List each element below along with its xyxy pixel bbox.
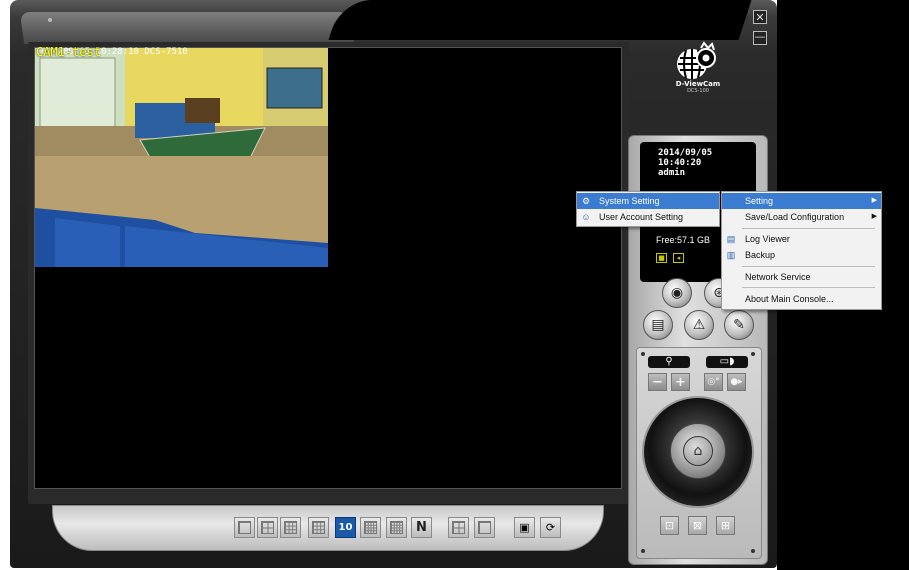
- status-date: 2014/09/05: [658, 148, 713, 158]
- alarm-button[interactable]: ⚠: [684, 310, 714, 340]
- focus-far-button[interactable]: ●▸: [727, 373, 746, 391]
- minus-icon: −: [652, 375, 663, 390]
- focus-far-icon: ●▸: [730, 377, 743, 387]
- system-setting-submenu: Setting ▶ Save/Load Configuration ▶ ▤ Lo…: [721, 191, 882, 310]
- logo-text: D-ViewCam: [675, 80, 721, 88]
- context-menu: ⚙ System Setting ☺ User Account Setting: [576, 191, 720, 227]
- zoom-header: ⚲: [648, 356, 690, 368]
- logo-subtext: DCS-100: [687, 88, 709, 94]
- status-user: admin: [658, 168, 686, 178]
- camera-view[interactable]: [35, 48, 328, 267]
- submenu-arrow-icon: ▶: [871, 197, 877, 204]
- page-prev-icon: [452, 521, 465, 534]
- layout-2x2-icon: [261, 521, 274, 534]
- layout-prev-page-button[interactable]: [448, 517, 469, 538]
- fullscreen-icon: ▣: [519, 521, 530, 534]
- ptz-rivet: [751, 352, 755, 356]
- layout-3x3-icon: [312, 521, 325, 534]
- submenu-item-setting[interactable]: Setting ▶: [722, 193, 881, 209]
- settings-button[interactable]: ✎: [724, 310, 754, 340]
- menu-item-label: Log Viewer: [745, 234, 790, 244]
- layout-13-icon: [364, 521, 377, 534]
- wrench-icon: ✎: [733, 317, 745, 333]
- system-setting-icon: ⚙: [581, 196, 591, 206]
- plus-icon: +: [675, 375, 686, 390]
- menu-item-system-setting[interactable]: ⚙ System Setting: [577, 193, 719, 209]
- submenu-arrow-icon: ▶: [871, 213, 877, 220]
- title-bar-right: [328, 0, 752, 40]
- layout-4x4-button[interactable]: [386, 517, 407, 538]
- submenu-item-network-service[interactable]: Network Service: [722, 269, 881, 285]
- ptz-rivet: [641, 352, 645, 356]
- layout-n-button[interactable]: N: [411, 517, 432, 538]
- close-button[interactable]: ✕: [753, 10, 767, 24]
- ptz-home-button[interactable]: ⌂: [683, 436, 713, 466]
- refresh-icon: ⟳: [545, 521, 556, 534]
- menu-item-label: Backup: [745, 250, 776, 260]
- zoom-out-button[interactable]: −: [648, 373, 667, 391]
- snapshot-icon: ▤: [651, 317, 665, 333]
- menu-item-label: Setting: [745, 196, 774, 206]
- preset-3-button[interactable]: ⊞: [716, 516, 735, 535]
- auto-scan-button[interactable]: ⟳: [540, 517, 561, 538]
- menu-separator: [742, 228, 875, 229]
- focus-header: ▭◗: [706, 356, 748, 368]
- layout-next-page-button[interactable]: [474, 517, 495, 538]
- magnifier-icon: ⚲: [665, 356, 673, 367]
- layout-1x1-button[interactable]: [234, 517, 255, 538]
- layout-2x2-button[interactable]: [257, 517, 278, 538]
- layout-6-button[interactable]: [280, 517, 301, 538]
- preset-1-button[interactable]: ⊡: [660, 516, 679, 535]
- audio-status-icon: ◂: [673, 253, 684, 263]
- focus-near-button[interactable]: ◎°: [704, 373, 723, 391]
- preset-icon: ⊡: [664, 519, 675, 532]
- d-viewcam-logo: D-ViewCam DCS-100: [668, 40, 738, 100]
- menu-item-user-account[interactable]: ☺ User Account Setting: [577, 209, 719, 225]
- ptz-rivet: [751, 549, 755, 553]
- zoom-in-button[interactable]: +: [671, 373, 690, 391]
- layout-4x4-icon: [390, 521, 403, 534]
- menu-separator: [742, 287, 875, 288]
- status-time: 10:40:20: [658, 158, 702, 168]
- page-next-icon: [478, 521, 491, 534]
- submenu-item-log-viewer[interactable]: ▤ Log Viewer: [722, 231, 881, 247]
- minimize-button[interactable]: —: [753, 31, 767, 45]
- camera-name: CAM1-test: [36, 45, 102, 59]
- layout-1x1-icon: [238, 521, 251, 534]
- record-icon: ◉: [670, 285, 684, 301]
- camera-focus-icon: ▭◗: [719, 356, 735, 367]
- submenu-item-backup[interactable]: ▥ Backup: [722, 247, 881, 263]
- main-console-window: ✕ — D-ViewCam DCS-100 2014/09/05 10:28:1…: [0, 0, 909, 570]
- monitor-status-icon: ■: [656, 253, 667, 263]
- free-disk-space: Free:57.1 GB: [656, 235, 711, 245]
- layout-13-button[interactable]: [360, 517, 381, 538]
- ptz-rivet: [641, 549, 645, 553]
- menu-item-label: About Main Console...: [745, 294, 834, 304]
- layout-3x3-button[interactable]: [308, 517, 329, 538]
- menu-separator: [742, 266, 875, 267]
- submenu-item-save-load[interactable]: Save/Load Configuration ▶: [722, 209, 881, 225]
- backup-icon: ▥: [726, 250, 736, 260]
- snapshot-button[interactable]: ▤: [643, 310, 673, 340]
- layout-10-button[interactable]: 10: [335, 517, 356, 538]
- user-account-icon: ☺: [581, 212, 591, 222]
- alarm-icon: ⚠: [692, 317, 706, 333]
- preset-icon: ⊞: [720, 519, 731, 532]
- record-button[interactable]: ◉: [662, 278, 692, 308]
- menu-item-label: Network Service: [745, 272, 811, 282]
- home-icon: ⌂: [693, 443, 703, 459]
- menu-item-label: User Account Setting: [599, 212, 684, 222]
- menu-item-label: Save/Load Configuration: [745, 212, 845, 222]
- fullscreen-button[interactable]: ▣: [514, 517, 535, 538]
- log-viewer-icon: ▤: [726, 234, 736, 244]
- layout-6-icon: [284, 521, 297, 534]
- submenu-item-about[interactable]: About Main Console...: [722, 291, 881, 307]
- preset-icon: ⊠: [692, 519, 703, 532]
- camera-image: [35, 48, 328, 267]
- preset-2-button[interactable]: ⊠: [688, 516, 707, 535]
- frame-rivet: [48, 18, 52, 22]
- focus-near-icon: ◎°: [707, 377, 720, 387]
- menu-item-label: System Setting: [599, 196, 660, 206]
- title-bar-left: [19, 12, 355, 44]
